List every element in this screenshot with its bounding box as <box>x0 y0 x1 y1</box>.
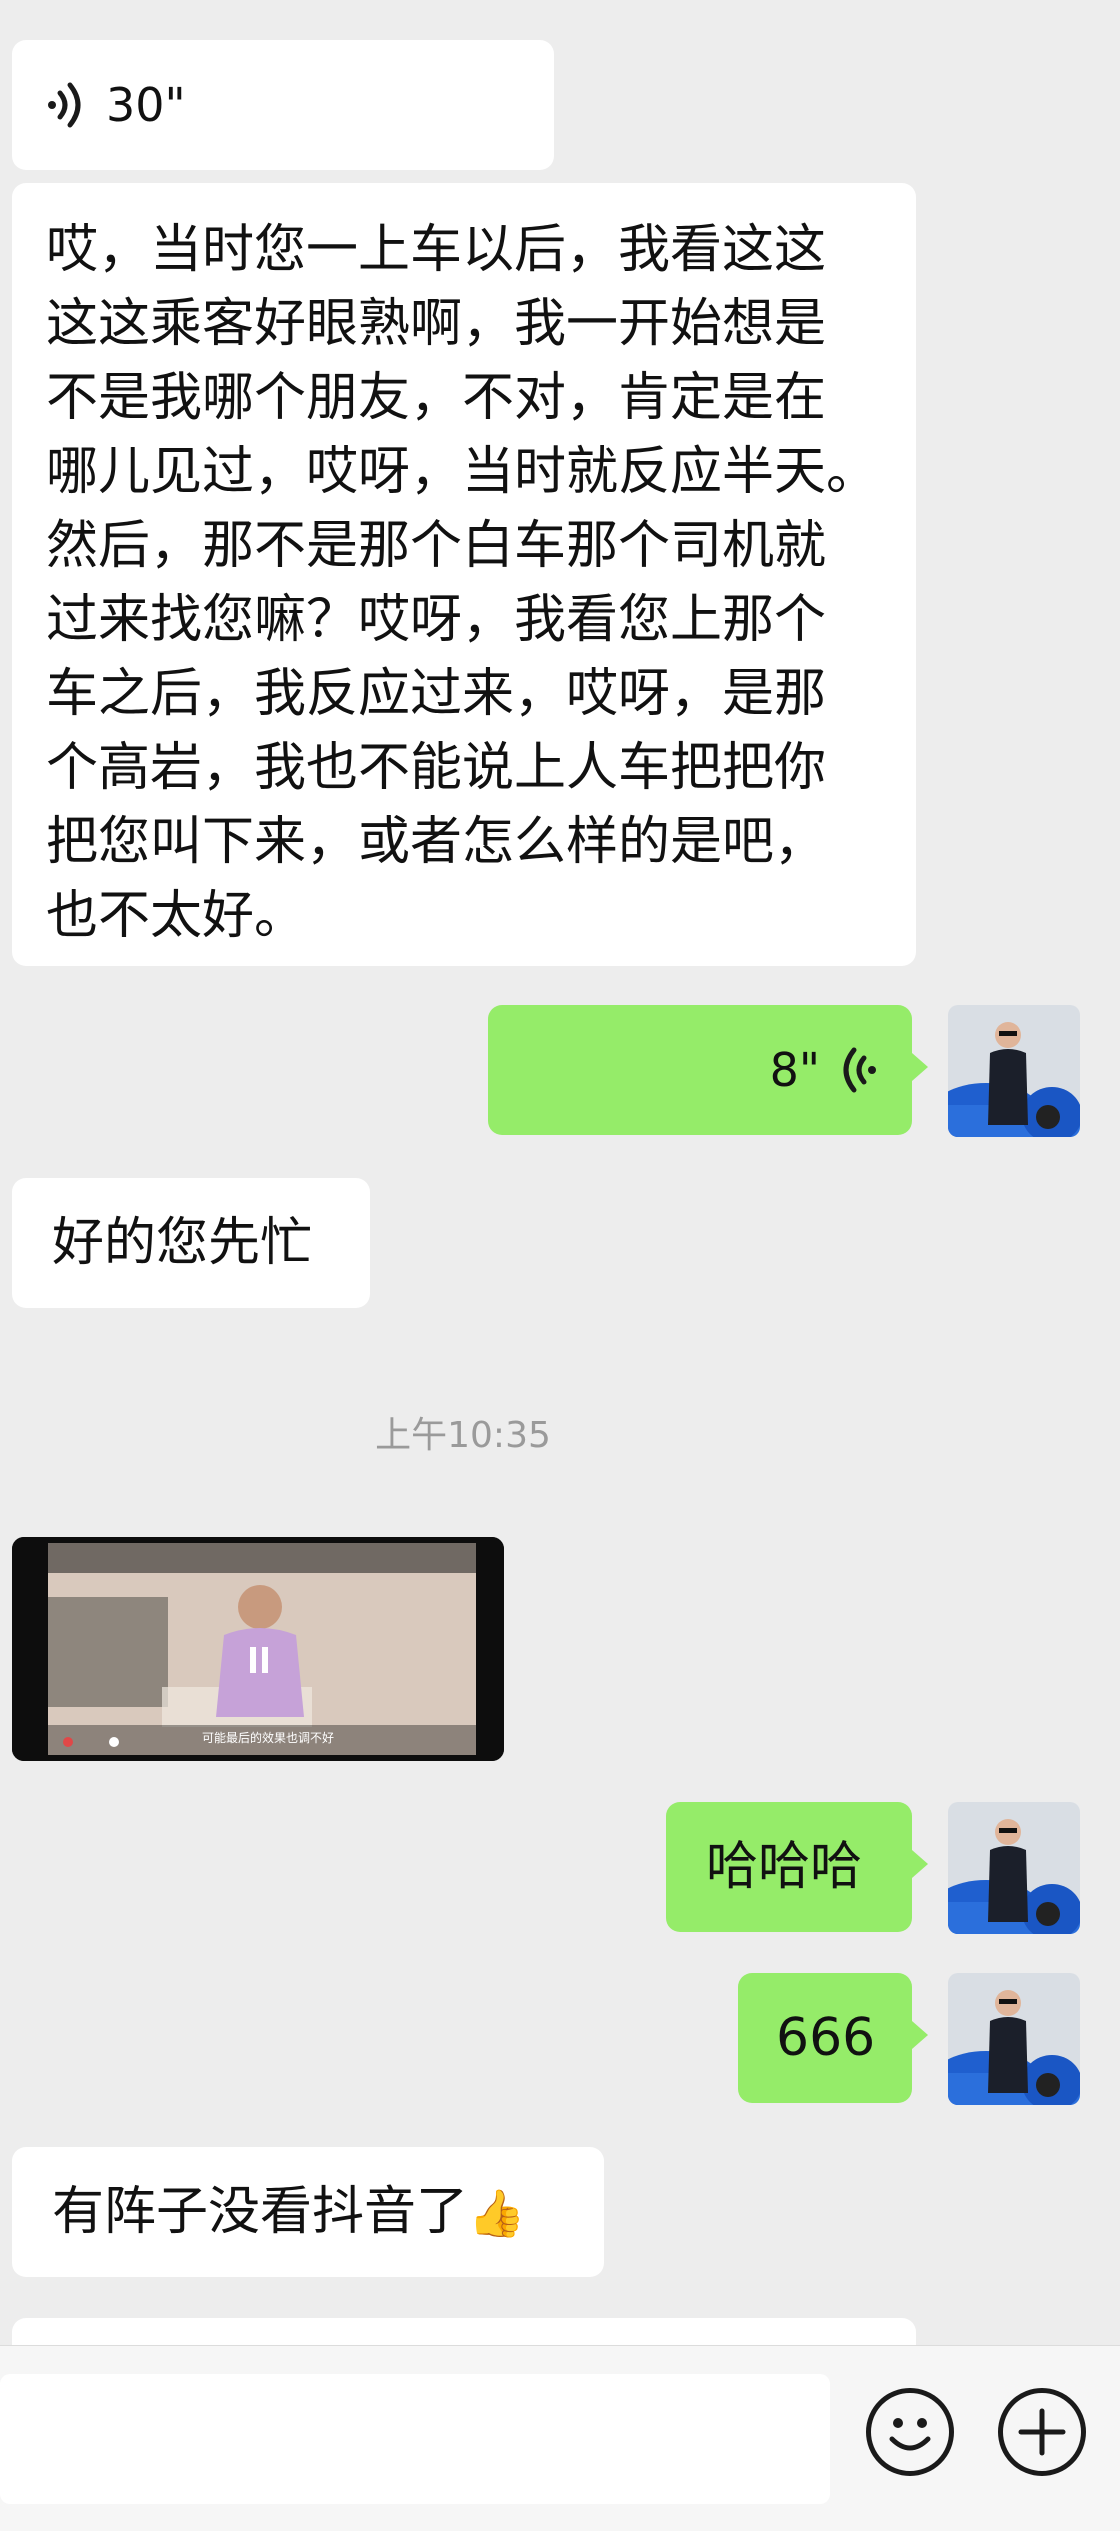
message-line: 把您叫下来，或者怎么样的是吧， <box>46 812 827 872</box>
video-thumbnail-image <box>12 1537 504 1761</box>
message-timestamp: 上午10:35 <box>375 1415 551 1456</box>
message-text: 666 <box>776 2008 876 2068</box>
message-line: 车之后，我反应过来，哎呀，是那 <box>46 664 827 724</box>
text-message-outgoing[interactable]: 哈哈哈 <box>666 1802 928 1932</box>
message-line: 过来找您嘛？哎呀，我看您上那个 <box>46 590 827 650</box>
plus-icon[interactable] <box>998 2388 1086 2476</box>
voice-wave-icon <box>40 78 94 132</box>
text-message[interactable]: 好的您先忙 <box>12 1178 370 1308</box>
text-message-outgoing[interactable]: 666 <box>738 1973 928 2103</box>
message-line: 然后，那不是那个白车那个司机就 <box>46 516 827 576</box>
message-text: 哈哈哈 <box>706 1837 863 1897</box>
message-input[interactable] <box>0 2374 830 2504</box>
message-line: 这这乘客好眼熟啊，我一开始想是 <box>46 294 827 354</box>
voice-message-outgoing[interactable]: 8" <box>488 1005 928 1135</box>
avatar[interactable] <box>948 1005 1080 1137</box>
avatar[interactable] <box>948 1973 1080 2105</box>
text-message-long[interactable]: 哎，当时您一上车以后，我看这这 这这乘客好眼熟啊，我一开始想是 不是我哪个朋友，… <box>12 183 916 966</box>
message-text: 有阵子没看抖音了 <box>52 2182 469 2242</box>
thumbs-up-icon: 👍 <box>468 2186 526 2240</box>
message-line: 哪儿见过，哎呀，当时就反应半天。 <box>46 442 879 502</box>
voice-message-incoming[interactable]: 30" <box>12 40 554 170</box>
voice-duration: 30" <box>106 78 186 132</box>
message-line: 哎，当时您一上车以后，我看这这 <box>46 220 827 280</box>
video-message[interactable]: 可能最后的效果也调不好 <box>12 1537 504 1761</box>
message-text: 好的您先忙 <box>52 1213 313 1273</box>
voice-duration: 8" <box>769 1043 820 1097</box>
message-line: 也不太好。 <box>46 886 307 946</box>
message-line: 不是我哪个朋友，不对，肯定是在 <box>46 368 827 428</box>
avatar[interactable] <box>948 1802 1080 1934</box>
message-line: 个高岩，我也不能说上人车把把你 <box>46 738 827 798</box>
voice-wave-icon <box>830 1043 884 1097</box>
text-message[interactable]: 有阵子没看抖音了👍 <box>12 2147 604 2277</box>
smiley-icon[interactable] <box>866 2388 954 2476</box>
video-subtitle: 可能最后的效果也调不好 <box>202 1731 335 1745</box>
input-bar <box>0 2345 1120 2531</box>
